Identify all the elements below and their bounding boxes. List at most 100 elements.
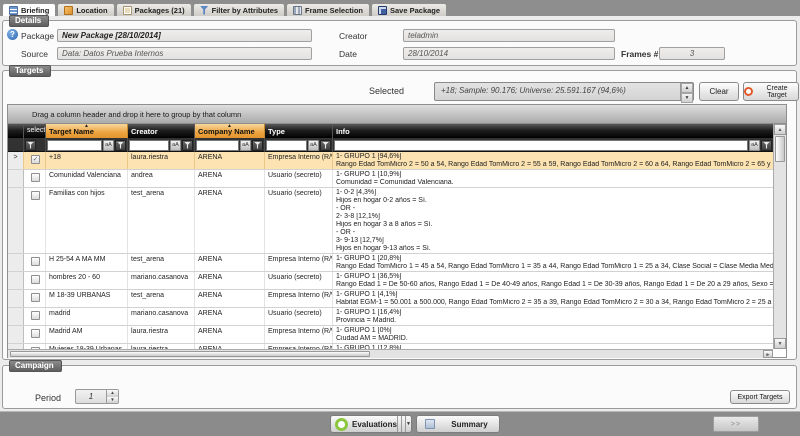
funnel-icon [322, 142, 329, 149]
tab-save-package[interactable]: Save Package [371, 3, 447, 16]
cell-target-name: M 18-39 URBANAS [46, 290, 128, 307]
cell-target-name: +18 [46, 152, 128, 169]
evaluations-dropdown-arrow[interactable]: ▼ [405, 416, 411, 432]
vertical-scrollbar[interactable]: ▲ ▼ [773, 124, 786, 349]
row-indicator [8, 188, 24, 253]
evaluations-icon [335, 418, 348, 431]
cell-creator: laura.riestra [128, 152, 195, 169]
cell-type: Empresa Interno (R/W) [265, 326, 333, 343]
date-input[interactable] [403, 47, 615, 60]
cell-info: 1- GRUPO 1 [36,5%]Rango Edad 1 = De 50-6… [333, 272, 773, 289]
evaluations-button[interactable]: Evaluations ▼ [330, 415, 412, 433]
tab-frame-selection[interactable]: Frame Selection [286, 3, 370, 16]
row-checkbox[interactable] [31, 275, 40, 284]
filter-funnel-button[interactable] [115, 140, 126, 151]
spinner-up-icon[interactable]: ▲ [681, 83, 693, 93]
selected-target-combo[interactable]: +18; Sample: 90.176; Universe: 25.591.16… [434, 82, 694, 101]
tab-location[interactable]: Location [57, 3, 114, 16]
tab-label: Frame Selection [305, 6, 363, 15]
clear-button[interactable]: Clear [699, 82, 739, 101]
cell-info: 1- GRUPO 1 [4,1%]Habitat EGM-1 = 50.001 … [333, 290, 773, 307]
create-target-button[interactable]: Create Target [743, 82, 799, 101]
filter-funnel-button[interactable] [761, 140, 772, 151]
creator-input[interactable] [403, 29, 615, 42]
cell-creator: test_arena [128, 290, 195, 307]
filter-cell-info: aA [333, 138, 773, 152]
grid-header-row: select ▲ Target Name Creator ▲ Company N… [8, 124, 773, 138]
tab-label: Save Package [390, 6, 440, 15]
vertical-scroll-thumb[interactable] [775, 136, 785, 162]
cell-info: 1- GRUPO 1 [10,9%]Comunidad = Comunidad … [333, 170, 773, 187]
table-row[interactable]: Comunidad ValencianaandreaARENAUsuario (… [8, 170, 773, 188]
table-row[interactable]: M 18-39 URBANAStest_arenaARENAEmpresa In… [8, 290, 773, 308]
filter-funnel-button[interactable] [252, 140, 263, 151]
tab-filter-by-attributes[interactable]: Filter by Attributes [193, 3, 285, 16]
cell-info: 1- GRUPO 1 [20,8%]Rango Edad TomMicro 1 … [333, 254, 773, 271]
next-button[interactable]: >> [713, 416, 759, 432]
table-row[interactable]: Familias con hijostest_arenaARENAUsuario… [8, 188, 773, 254]
match-case-button[interactable]: aA [749, 140, 760, 151]
application-window: Briefing Location Packages (21) Filter b… [0, 0, 800, 436]
package-label: Package [21, 31, 54, 41]
campaign-section: Campaign Period 1 ▲ ▼ Export Targets [2, 365, 797, 409]
export-targets-button[interactable]: Export Targets [730, 390, 790, 404]
scroll-up-icon[interactable]: ▲ [774, 124, 786, 135]
column-header-type[interactable]: Type [265, 124, 333, 138]
scroll-down-icon[interactable]: ▼ [774, 338, 786, 349]
row-checkbox[interactable] [31, 191, 40, 200]
frames-input[interactable] [659, 47, 725, 60]
tab-packages[interactable]: Packages (21) [116, 3, 192, 16]
column-header-creator[interactable]: Creator [128, 124, 195, 138]
row-checkbox[interactable] [31, 311, 40, 320]
row-checkbox[interactable]: ✓ [31, 155, 40, 164]
match-case-button[interactable]: aA [103, 140, 114, 151]
period-stepper-arrows: ▲ ▼ [106, 390, 118, 403]
group-by-bar[interactable]: Drag a column header and drop it here to… [8, 105, 786, 124]
match-case-button[interactable]: aA [240, 140, 251, 151]
help-icon[interactable]: ? [7, 29, 18, 40]
cell-type: Usuario (secreto) [265, 272, 333, 289]
creator-label: Creator [339, 31, 367, 41]
summary-button[interactable]: Summary [416, 415, 500, 433]
match-case-button[interactable]: aA [170, 140, 181, 151]
campaign-section-label: Campaign [9, 360, 62, 372]
targets-grid: Drag a column header and drop it here to… [7, 104, 787, 358]
spinner-down-icon[interactable]: ▼ [107, 397, 118, 404]
cell-info: 1- 0-2 [4,3%]Hijos en hogar 0-2 años = S… [333, 188, 773, 253]
briefing-icon [9, 6, 18, 15]
scroll-right-icon[interactable]: ► [763, 350, 773, 358]
table-row[interactable]: H 25-54 A MA MMtest_arenaARENAEmpresa In… [8, 254, 773, 272]
filter-input-target-name[interactable] [47, 140, 102, 151]
spinner-down-icon[interactable]: ▼ [681, 93, 693, 103]
info-line: 1- 0-2 [4,3%] [336, 189, 773, 197]
filter-input-creator[interactable] [129, 140, 169, 151]
filter-input-type[interactable] [266, 140, 307, 151]
filter-input-company[interactable] [196, 140, 239, 151]
filter-funnel-button[interactable] [182, 140, 193, 151]
cell-info: 1- GRUPO 1 [94,6%]Rango Edad TomMicro 2 … [333, 152, 773, 169]
filter-cell-type: aA [265, 138, 333, 152]
row-checkbox[interactable] [31, 173, 40, 182]
source-input[interactable] [57, 47, 312, 60]
filter-input-info[interactable] [334, 140, 748, 151]
row-checkbox[interactable] [31, 257, 40, 266]
column-header-info[interactable]: Info [333, 124, 773, 138]
horizontal-scrollbar[interactable]: ► [8, 349, 773, 358]
cell-select [24, 188, 46, 253]
table-row[interactable]: madridmariano.casanovaARENAUsuario (secr… [8, 308, 773, 326]
period-stepper[interactable]: 1 ▲ ▼ [75, 389, 119, 404]
table-row[interactable]: >✓+18laura.riestraARENAEmpresa Interno (… [8, 152, 773, 170]
horizontal-scroll-thumb[interactable] [10, 351, 370, 357]
table-row[interactable]: hombres 20 - 60mariano.casanovaARENAUsua… [8, 272, 773, 290]
table-row[interactable]: Madrid AMlaura.riestraARENAEmpresa Inter… [8, 326, 773, 344]
grid-filter-row: aA aA aA aA [8, 138, 773, 152]
filter-funnel-button[interactable] [320, 140, 331, 151]
column-header-company-name[interactable]: ▲ Company Name [195, 124, 265, 138]
row-checkbox[interactable] [31, 293, 40, 302]
column-header-select[interactable]: select [24, 124, 46, 138]
package-input[interactable] [57, 29, 312, 42]
column-header-target-name[interactable]: ▲ Target Name [46, 124, 128, 138]
filter-funnel-button[interactable] [25, 140, 36, 151]
row-checkbox[interactable] [31, 329, 40, 338]
match-case-button[interactable]: aA [308, 140, 319, 151]
